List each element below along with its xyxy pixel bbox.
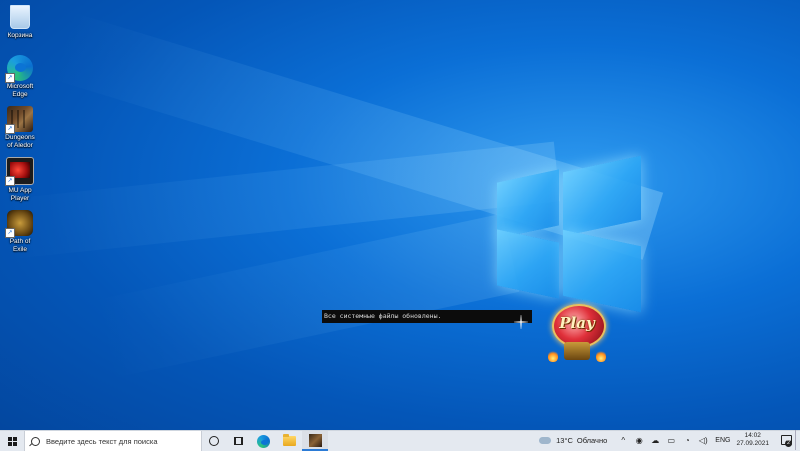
desktop-icon-recycle-bin[interactable]: Корзина [2,4,38,40]
play-label: Play [559,314,595,332]
cortana-icon [209,436,219,446]
desktop-icon-label: Path of Exile [9,238,31,253]
search-box[interactable]: Введите здесь текст для поиска [24,431,202,451]
task-view-icon [233,437,243,445]
edge-icon: ↗ [5,55,33,83]
desktop-icon-label: Microsoft Edge [6,83,34,98]
flame-icon [596,350,606,362]
shortcut-arrow-icon: ↗ [5,124,15,134]
notification-center-button[interactable]: 2 [777,430,795,450]
clock[interactable]: 14:02 27.09.2021 [736,432,769,448]
console-message: Все системные файлы обновлены. [322,310,532,323]
taskbar-app-dungeons[interactable] [302,431,328,451]
pedestal-icon [564,342,590,360]
shortcut-arrow-icon: ↗ [5,228,15,238]
search-icon [31,436,40,446]
desktop-icon-edge[interactable]: ↗ Microsoft Edge [2,55,38,99]
show-desktop-button[interactable] [795,430,800,450]
desktop[interactable]: Корзина ↗ Microsoft Edge ↗ Dungeons of A… [0,0,800,430]
desktop-icon-dungeons[interactable]: ↗ Dungeons of Aledor [2,106,38,150]
network-icon[interactable]: ◉ [634,435,644,445]
shortcut-arrow-icon: ↗ [5,176,15,186]
edge-icon [256,434,270,448]
clock-time: 14:02 [744,432,761,439]
file-explorer-icon [282,434,296,446]
volume-icon[interactable]: ◁) [698,435,708,445]
system-tray: 13°C Облачно ^ ◉ ☁ ▭ ◔ ◁) ENG 14:02 27.0… [539,430,800,450]
wifi-icon[interactable]: ◔ [682,435,692,445]
taskbar-app-file-explorer[interactable] [276,431,302,451]
play-widget[interactable]: Play [544,296,610,368]
weather-widget[interactable]: 13°C Облачно [539,436,607,445]
weather-temperature: 13°C [556,435,573,445]
recycle-bin-icon [10,5,30,29]
cloud-sync-icon[interactable]: ☁ [650,435,660,445]
weather-description: Облачно [576,435,608,445]
shortcut-arrow-icon: ↗ [5,73,15,83]
dungeons-icon: ↗ [5,106,33,134]
sparkle-icon [514,315,528,329]
task-view-button[interactable] [226,431,250,451]
dungeons-icon [308,433,322,447]
language-indicator[interactable]: ENG [715,437,730,444]
desktop-icon-label: Корзина [7,32,33,39]
desktop-icon-label: MU App Player [8,187,32,202]
notification-badge: 2 [785,440,792,447]
desktop-icon-mu-app-player[interactable]: ↗ MU App Player [2,157,38,203]
clock-date: 27.09.2021 [736,440,769,447]
chevron-up-icon[interactable]: ^ [618,435,628,445]
mu-app-player-icon: ↗ [5,157,34,186]
start-button[interactable] [0,431,24,451]
desktop-icon-label: Dungeons of Aledor [5,134,35,149]
cloud-icon [539,436,552,444]
taskbar-app-edge[interactable] [250,431,276,451]
desktop-icon-path-of-exile[interactable]: ↗ Path of Exile [2,210,38,254]
windows-start-icon [7,436,17,446]
flame-icon [548,350,558,362]
cortana-button[interactable] [202,431,226,451]
path-of-exile-icon: ↗ [5,210,33,238]
search-placeholder: Введите здесь текст для поиска [46,436,158,446]
windows-logo-wallpaper [497,155,642,313]
battery-icon[interactable]: ▭ [666,435,676,445]
